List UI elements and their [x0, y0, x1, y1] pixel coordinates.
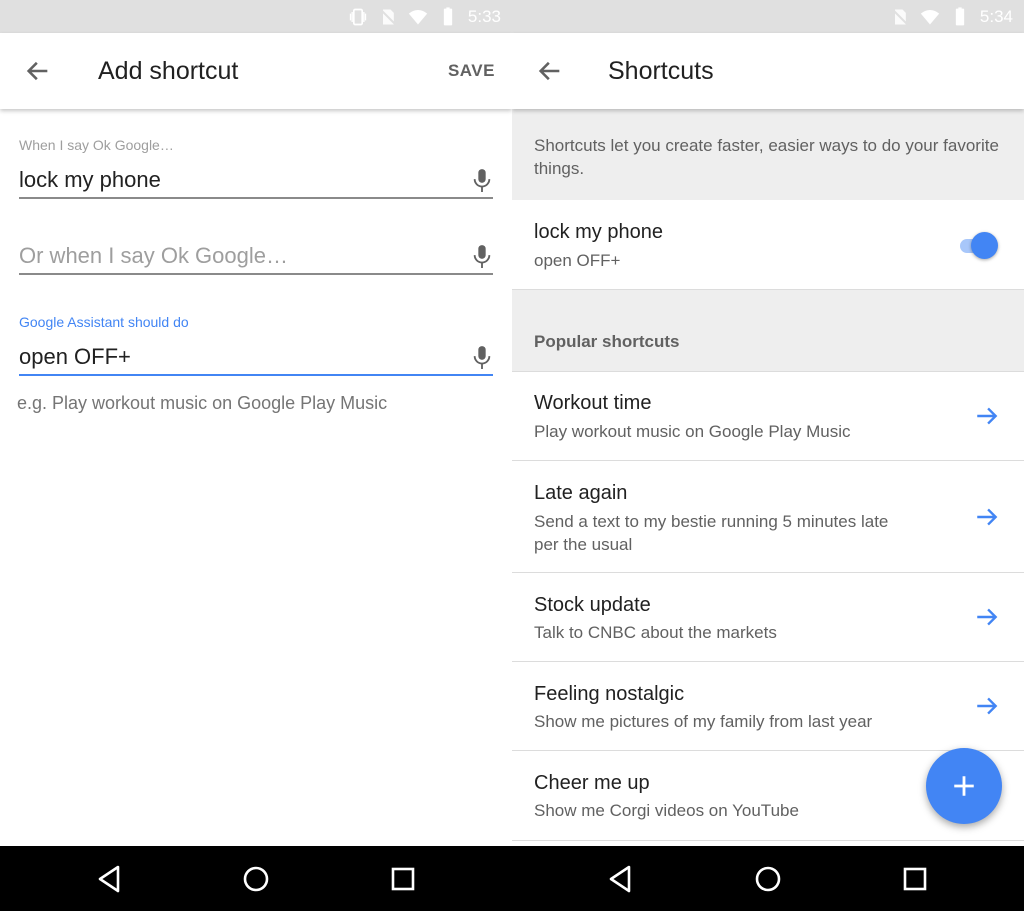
status-time: 5:33 [467, 6, 501, 26]
vibrate-icon [349, 8, 367, 25]
trigger-field: When I say Ok Google… lock my phone [19, 137, 493, 199]
arrow-right-icon[interactable] [974, 403, 1000, 429]
list-item[interactable]: Stock update Talk to CNBC about the mark… [512, 573, 1024, 662]
no-sim-icon [891, 8, 909, 25]
shortcut-title: Stock update [534, 594, 651, 616]
page-title: Shortcuts [608, 56, 714, 85]
battery-icon [955, 6, 965, 25]
shortcuts-screen: 5:34 Shortcuts Shortcuts let you create … [512, 0, 1024, 911]
action-input[interactable]: open OFF+ [19, 340, 493, 376]
trigger-input-value: lock my phone [19, 167, 161, 192]
square-recents-icon[interactable] [387, 863, 419, 895]
section-title: Popular shortcuts [534, 332, 680, 351]
save-button[interactable]: SAVE [448, 61, 495, 81]
list-item[interactable]: Late again Send a text to my bestie runn… [512, 461, 1024, 573]
popular-header: Popular shortcuts [512, 290, 1024, 372]
arrow-right-icon[interactable] [974, 693, 1000, 719]
alt-trigger-field: Or when I say Ok Google… [19, 239, 493, 275]
action-label: Google Assistant should do [19, 314, 189, 330]
triangle-back-icon[interactable] [605, 863, 637, 895]
arrow-right-icon[interactable] [974, 604, 1000, 630]
shortcut-subtitle: Play workout music on Google Play Music [534, 422, 851, 441]
add-shortcut-button[interactable] [926, 748, 1002, 824]
shortcut-subtitle: Talk to CNBC about the markets [534, 623, 777, 642]
nav-bar [512, 846, 1024, 911]
status-time: 5:34 [979, 6, 1013, 26]
app-bar: Shortcuts [512, 33, 1024, 109]
shortcut-title: Feeling nostalgic [534, 683, 685, 705]
plus-icon [954, 776, 974, 796]
toggle-knob [971, 232, 998, 259]
status-bar: 5:33 [0, 0, 512, 33]
shortcut-subtitle: Send a text to my bestie running 5 minut… [534, 512, 889, 554]
trigger-input[interactable]: lock my phone [19, 163, 493, 199]
shortcut-title: lock my phone [534, 221, 663, 243]
shortcut-title: Workout time [534, 392, 652, 414]
action-hint: e.g. Play workout music on Google Play M… [17, 393, 388, 413]
shortcut-title: Late again [534, 482, 628, 504]
list-item[interactable]: Workout time Play workout music on Googl… [512, 372, 1024, 461]
square-recents-icon[interactable] [899, 863, 931, 895]
microphone-icon[interactable] [471, 344, 493, 372]
trigger-label: When I say Ok Google… [19, 137, 174, 153]
page-title: Add shortcut [98, 56, 239, 85]
wifi-icon [408, 9, 428, 24]
arrow-left-icon[interactable] [536, 57, 564, 85]
shortcut-toggle[interactable] [958, 230, 998, 260]
arrow-left-icon[interactable] [24, 57, 52, 85]
status-bar: 5:34 [512, 0, 1024, 33]
shortcut-subtitle: Show me pictures of my family from last … [534, 712, 873, 731]
shortcut-title: Cheer me up [534, 772, 650, 794]
shortcut-subtitle: open OFF+ [534, 251, 621, 270]
shortcut-subtitle: Show me Corgi videos on YouTube [534, 801, 799, 820]
circle-home-icon[interactable] [240, 863, 272, 895]
action-input-value: open OFF+ [19, 344, 131, 369]
alt-trigger-input[interactable]: Or when I say Ok Google… [19, 239, 493, 275]
microphone-icon[interactable] [471, 243, 493, 271]
nav-bar [0, 846, 512, 911]
alt-trigger-placeholder: Or when I say Ok Google… [19, 243, 288, 268]
triangle-back-icon[interactable] [94, 863, 126, 895]
action-field: Google Assistant should do open OFF+ [19, 314, 493, 376]
no-sim-icon [379, 8, 397, 25]
my-shortcut-row[interactable]: lock my phone open OFF+ [512, 200, 1024, 290]
battery-icon [443, 6, 453, 25]
circle-home-icon[interactable] [752, 863, 784, 895]
shortcuts-intro: Shortcuts let you create faster, easier … [512, 109, 1024, 200]
arrow-right-icon[interactable] [974, 504, 1000, 530]
app-bar: Add shortcut SAVE [0, 33, 512, 109]
microphone-icon[interactable] [471, 167, 493, 195]
wifi-icon [920, 9, 940, 24]
add-shortcut-screen: 5:33 Add shortcut SAVE When I say Ok Goo… [0, 0, 512, 911]
list-item[interactable]: Feeling nostalgic Show me pictures of my… [512, 662, 1024, 751]
